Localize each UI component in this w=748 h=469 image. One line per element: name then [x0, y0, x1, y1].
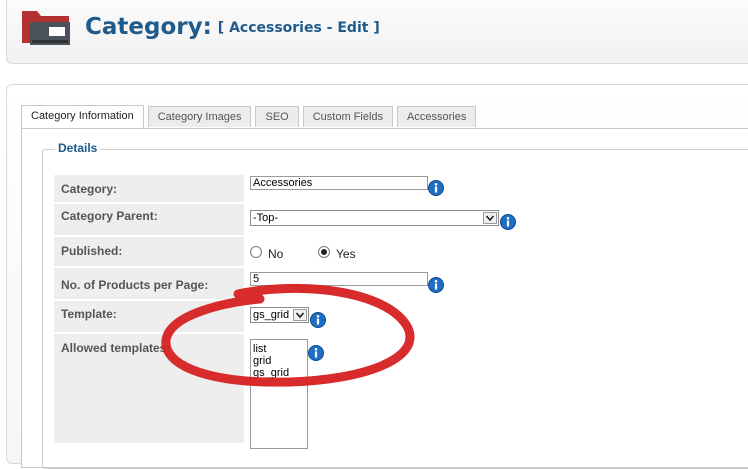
- tab-accessories[interactable]: Accessories: [397, 106, 477, 127]
- allowed-templates-listbox[interactable]: list grid gs_grid: [250, 339, 308, 449]
- published-no-radio[interactable]: [250, 246, 262, 258]
- category-parent-label: Category Parent:: [54, 204, 244, 236]
- category-parent-value: -Top-: [253, 212, 279, 224]
- page-header: Category:[ Accessories - Edit ]: [6, 0, 748, 64]
- category-parent-select[interactable]: -Top-: [250, 210, 499, 226]
- chevron-down-icon: [293, 309, 307, 321]
- products-per-page-label: No. of Products per Page:: [54, 268, 244, 300]
- page-title: Category:[ Accessories - Edit ]: [85, 14, 380, 40]
- info-icon[interactable]: [428, 277, 444, 293]
- published-no-label: No: [268, 247, 284, 261]
- listbox-option-grid[interactable]: grid: [253, 355, 305, 367]
- listbox-option-list[interactable]: list: [253, 343, 305, 355]
- category-name-input[interactable]: [250, 176, 428, 190]
- products-per-page-input[interactable]: [250, 272, 428, 286]
- info-icon[interactable]: [308, 345, 324, 361]
- page-subtitle: [ Accessories - Edit ]: [217, 20, 380, 36]
- details-legend: Details: [55, 141, 101, 155]
- listbox-option-gs-grid[interactable]: gs_grid: [253, 367, 305, 379]
- published-yes-label: Yes: [336, 247, 356, 261]
- template-label: Template:: [54, 301, 244, 333]
- category-label: Category:: [54, 175, 244, 203]
- tab-custom-fields[interactable]: Custom Fields: [302, 106, 394, 127]
- info-icon[interactable]: [428, 180, 444, 196]
- published-label: Published:: [54, 237, 244, 267]
- tab-category-images[interactable]: Category Images: [147, 106, 252, 127]
- published-yes-radio[interactable]: [318, 246, 330, 258]
- tab-bar: Category Information Category Images SEO…: [21, 105, 480, 128]
- tab-category-information[interactable]: Category Information: [21, 105, 144, 128]
- info-icon[interactable]: [310, 312, 326, 328]
- info-icon[interactable]: [500, 214, 516, 230]
- template-select[interactable]: gs_grid: [250, 307, 309, 323]
- template-value: gs_grid: [253, 309, 290, 321]
- tab-seo[interactable]: SEO: [255, 106, 299, 127]
- category-folder-icon: [22, 11, 70, 45]
- allowed-templates-label: Allowed templates:: [54, 334, 244, 444]
- chevron-down-icon: [483, 212, 497, 224]
